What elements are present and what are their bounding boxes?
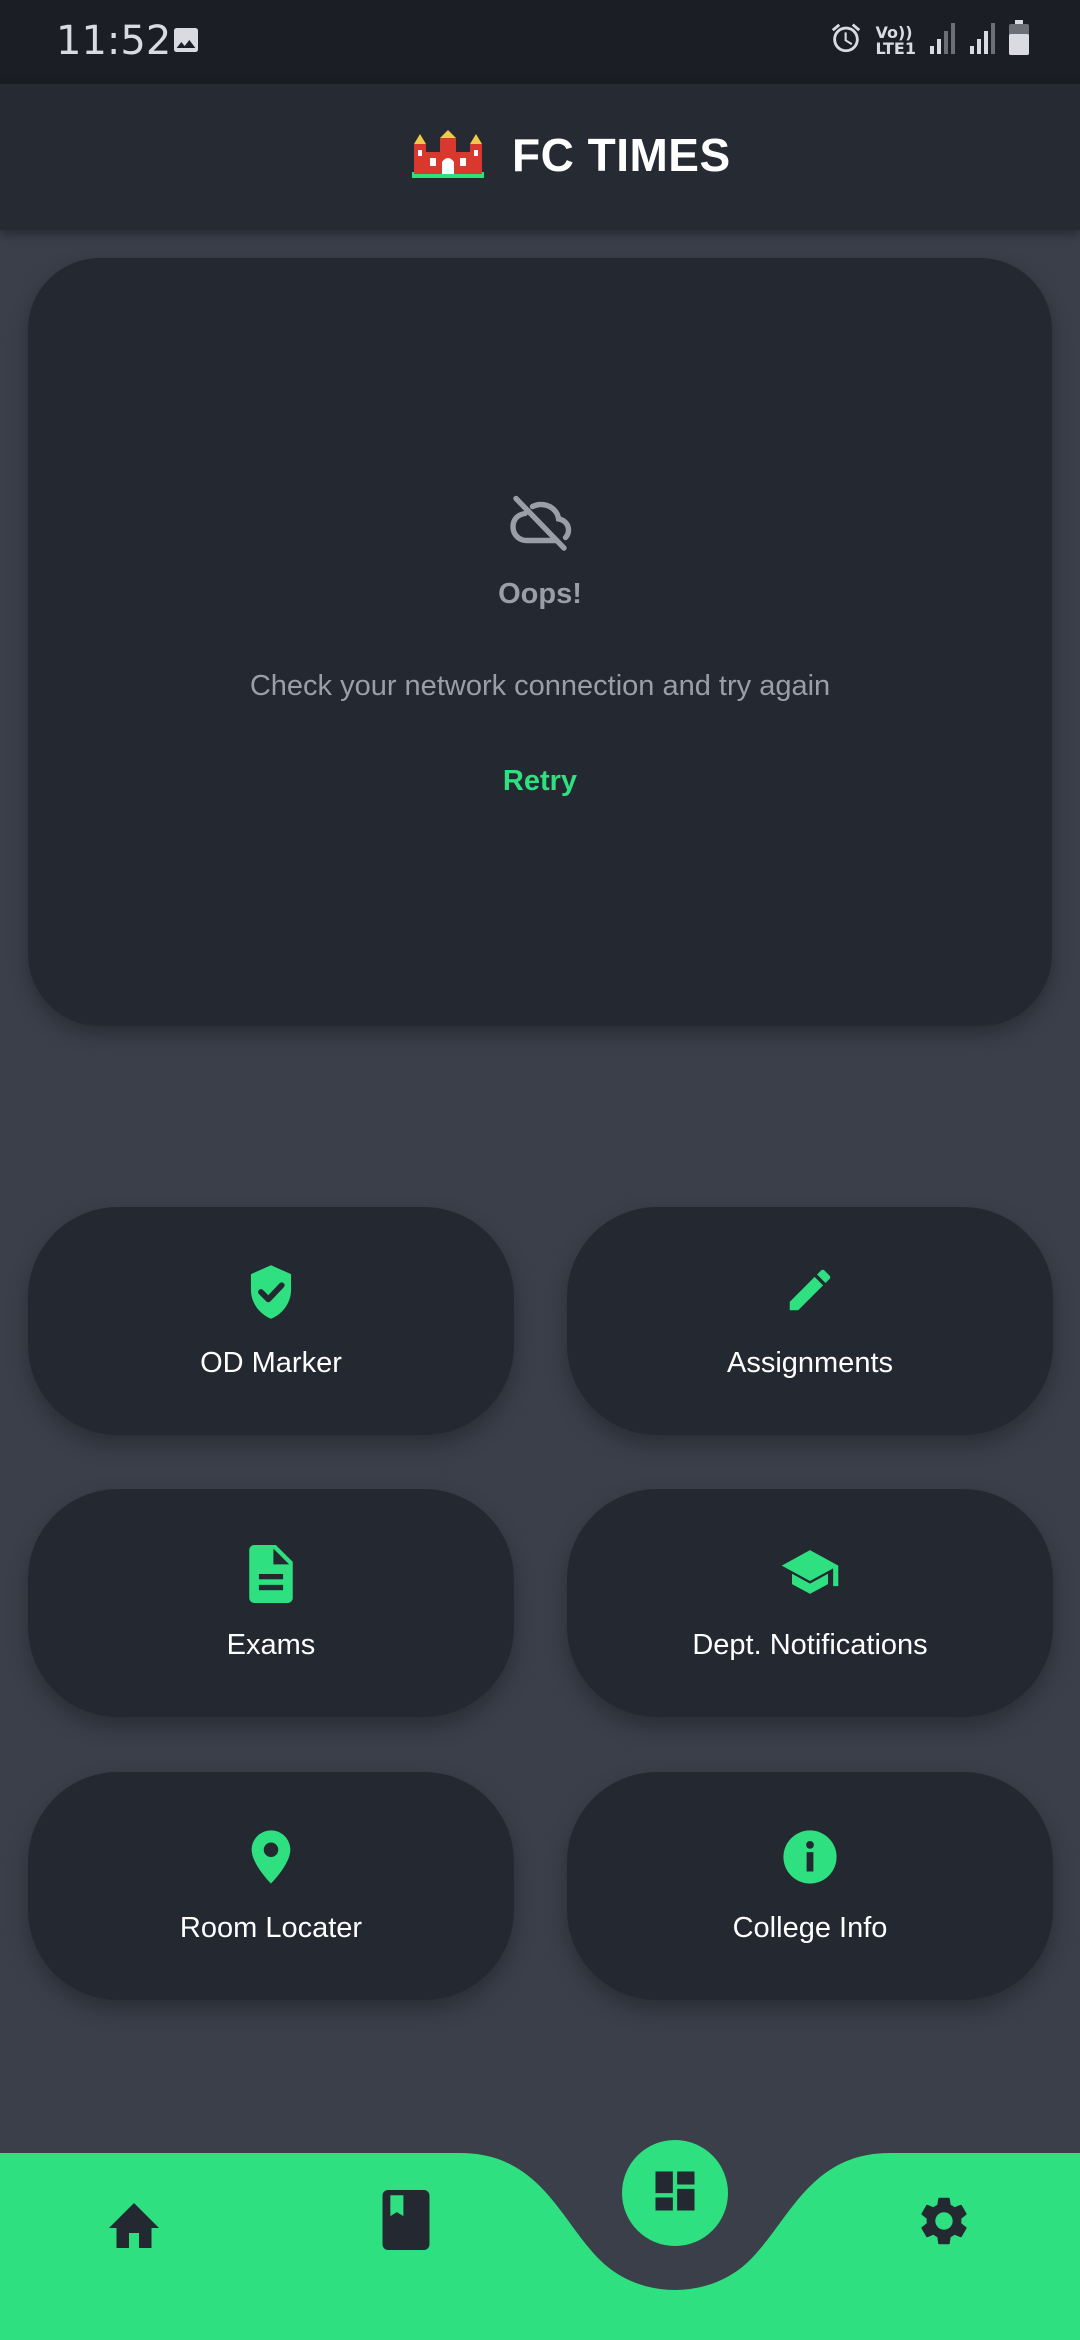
book-icon[interactable] [382,2190,430,2255]
cloud-off-icon [504,494,576,559]
tile-dept-notifications[interactable]: Dept. Notifications [567,1489,1053,1717]
tile-label: Dept. Notifications [692,1629,928,1661]
news-feed-error-card [28,258,1052,1026]
tile-assignments[interactable]: Assignments [567,1207,1053,1435]
lte-label: LTE1 [875,38,916,58]
tile-od-marker[interactable]: OD Marker [28,1207,514,1435]
image-icon [170,24,202,61]
info-icon [567,1828,1053,1886]
document-icon [28,1545,514,1603]
battery-icon [1008,20,1030,61]
dashboard-button[interactable] [622,2140,728,2246]
tile-college-info[interactable]: College Info [567,1772,1053,2000]
bottom-navigation [0,2140,1080,2340]
app-title: FC TIMES [512,129,731,181]
tile-label: Exams [226,1629,316,1661]
error-message: Check your network connection and try ag… [249,670,831,702]
tile-room-locater[interactable]: Room Locater [28,1772,514,2000]
error-title: Oops! [498,578,582,610]
volte-indicator: Vo)) LTE1 [875,24,916,58]
app-header: FC TIMES [0,84,1080,230]
signal-icon [928,22,956,59]
location-pin-icon [28,1828,514,1886]
tile-label: Assignments [726,1347,893,1379]
home-icon[interactable] [104,2195,164,2256]
settings-icon[interactable] [915,2192,973,2255]
dashboard-icon [649,2165,701,2222]
shield-check-icon [28,1263,514,1321]
tile-label: College Info [732,1912,888,1944]
tile-exams[interactable]: Exams [28,1489,514,1717]
status-bar: 11:52 Vo)) LTE1 [0,0,1080,84]
tile-label: Room Locater [179,1912,363,1944]
status-indicators: Vo)) LTE1 [829,20,1030,61]
graduation-cap-icon [567,1545,1053,1599]
status-time: 11:52 [56,18,172,64]
retry-button[interactable]: Retry [480,755,600,807]
alarm-icon [829,21,863,60]
tile-label: OD Marker [200,1347,342,1379]
pencil-icon [567,1263,1053,1317]
signal-icon-2 [968,22,996,59]
college-gate-logo [410,130,486,185]
